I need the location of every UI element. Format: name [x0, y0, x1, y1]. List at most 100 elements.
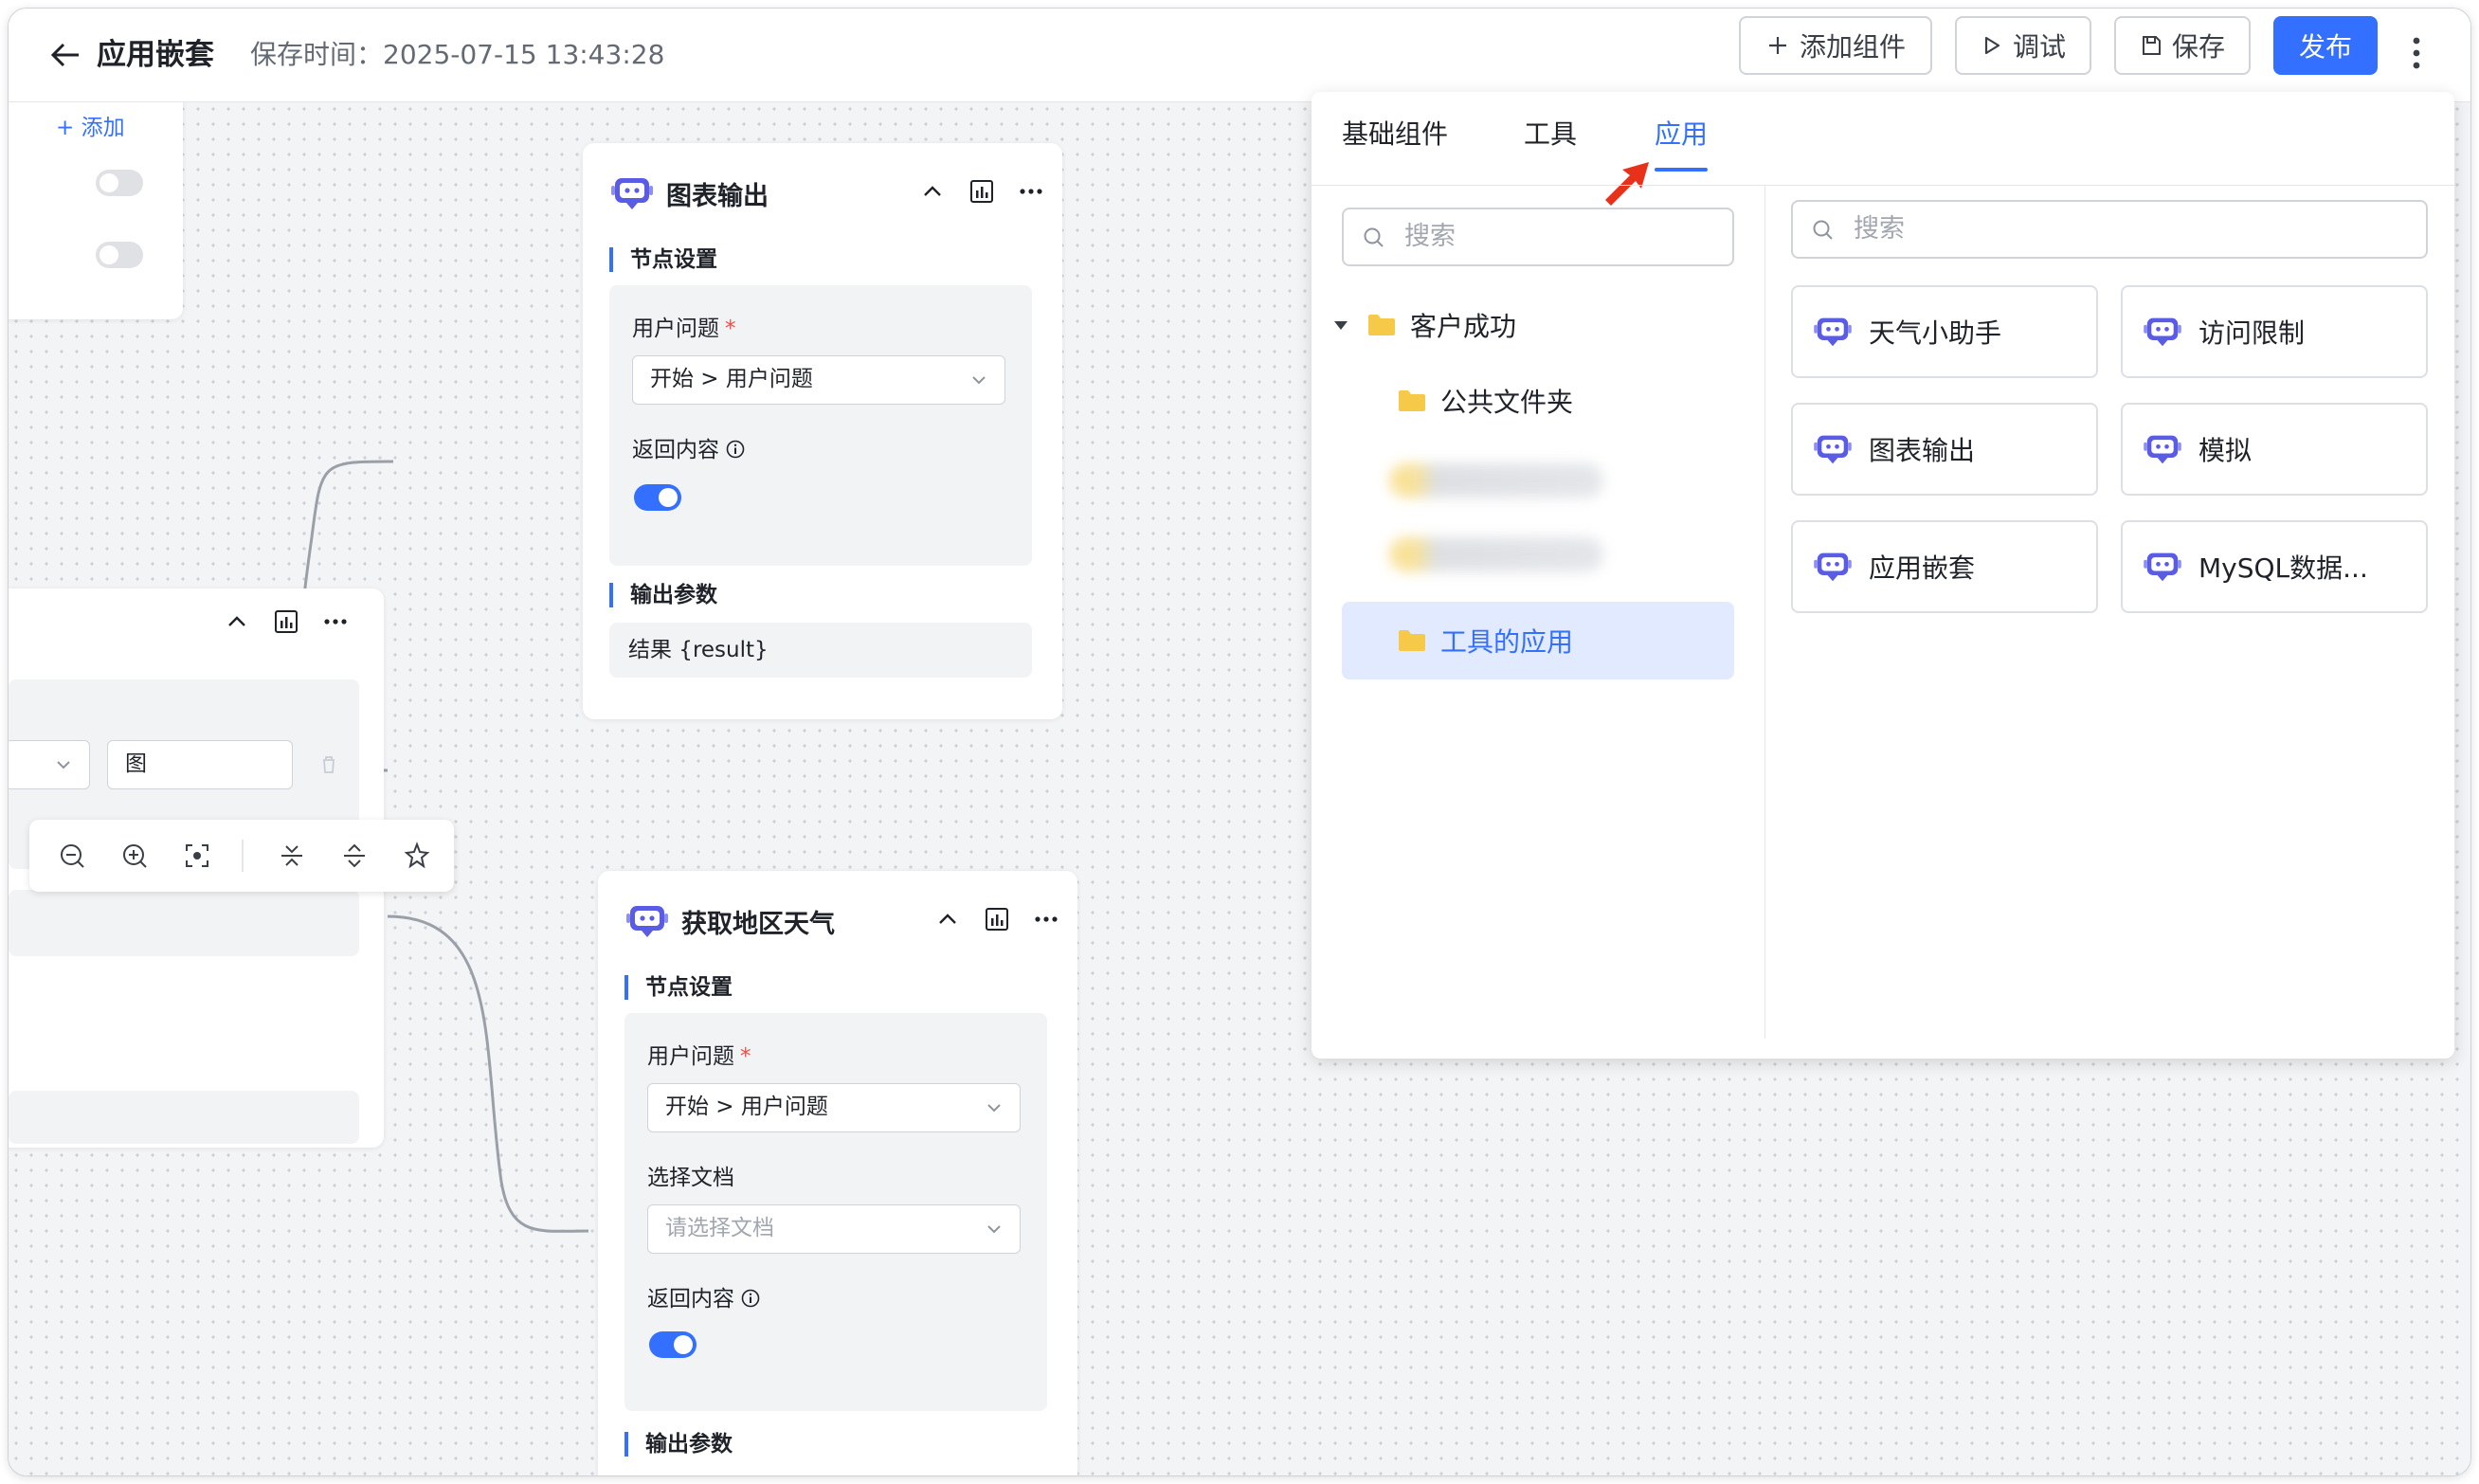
output-param-result: 结果 {result}	[609, 623, 1032, 678]
folder-icon	[1397, 389, 1427, 413]
left-config-card: + 添加	[9, 92, 183, 319]
blurred-tree-item	[1389, 463, 1603, 498]
bot-icon	[1814, 315, 1852, 349]
toggle-switch[interactable]	[96, 242, 143, 268]
chevron-down-icon	[968, 370, 989, 390]
section-output-params: 输出参数	[609, 583, 717, 607]
app-card[interactable]: 模拟	[2121, 403, 2428, 496]
chart-icon[interactable]	[966, 175, 998, 208]
folder-icon	[1397, 628, 1427, 653]
params-panel	[9, 890, 359, 956]
bot-icon	[1814, 432, 1852, 466]
bot-icon	[2144, 315, 2181, 349]
search-icon	[1812, 219, 1835, 242]
node-header: 获取地区天气	[626, 899, 835, 943]
more-icon[interactable]	[1015, 175, 1047, 208]
return-content-toggle[interactable]	[634, 484, 681, 511]
section-node-settings: 节点设置	[609, 247, 717, 272]
collapse-icon[interactable]	[916, 175, 949, 208]
param-select[interactable]	[9, 740, 90, 789]
return-content-toggle[interactable]	[649, 1331, 697, 1358]
wire-to-weather-node	[387, 914, 589, 1233]
chart-output-node[interactable]: 图表输出 节点设置 用户问题 * 开始 > 用户问题 返回内容 输出参数 结果 {…	[583, 143, 1062, 719]
add-component-button[interactable]: 添加组件	[1739, 16, 1932, 75]
zoom-out-icon[interactable]	[58, 842, 86, 870]
chevron-down-icon	[984, 1097, 1004, 1118]
popup-vertical-divider	[1764, 186, 1765, 1039]
app-card[interactable]: 应用嵌套	[1791, 520, 2098, 613]
chevron-down-icon	[53, 754, 74, 775]
return-content-label: 返回内容	[632, 431, 746, 463]
delete-icon[interactable]	[317, 753, 340, 776]
chart-icon[interactable]	[981, 903, 1013, 935]
add-link[interactable]: + 添加	[56, 109, 125, 141]
required-mark: *	[725, 317, 736, 341]
tree-item-tool-apps[interactable]: 工具的应用	[1342, 602, 1734, 679]
collapse-icon[interactable]	[221, 606, 253, 638]
tree-item-customer-success[interactable]: 客户成功	[1329, 302, 1516, 348]
more-icon[interactable]	[319, 606, 352, 638]
info-icon[interactable]	[740, 1288, 761, 1309]
page-title: 应用嵌套	[97, 38, 214, 72]
add-component-popup: 基础组件 工具 应用 搜索 客户成功 公共文件夹 工具的应用 搜索 天气小助手 …	[1312, 92, 2454, 1059]
bot-icon	[2144, 550, 2181, 584]
toolbar-divider	[242, 840, 244, 872]
publish-button[interactable]: 发布	[2273, 16, 2378, 75]
node-title: 获取地区天气	[681, 909, 835, 939]
back-arrow-icon[interactable]	[45, 33, 88, 77]
tab-tools[interactable]: 工具	[1524, 111, 1577, 158]
section-node-settings: 节点设置	[624, 975, 733, 1000]
folder-search-input[interactable]: 搜索	[1342, 208, 1734, 266]
settings-panel: 用户问题 * 开始 > 用户问题 选择文档 请选择文档 返回内容	[624, 1013, 1047, 1411]
folder-icon	[1366, 313, 1397, 337]
node-controls	[932, 903, 1062, 935]
top-header: 应用嵌套 保存时间：2025-07-15 13:43:28 添加组件 调试 保存…	[9, 9, 2470, 102]
zoom-in-icon[interactable]	[120, 842, 149, 870]
settings-panel: 用户问题 * 开始 > 用户问题 返回内容	[609, 285, 1032, 566]
select-doc-select[interactable]: 请选择文档	[647, 1204, 1021, 1254]
bot-icon	[611, 174, 653, 212]
info-icon[interactable]	[725, 439, 746, 460]
app-search-input[interactable]: 搜索	[1791, 200, 2428, 259]
collapse-icon[interactable]	[932, 903, 964, 935]
chart-icon[interactable]	[270, 606, 302, 638]
required-mark: *	[740, 1044, 751, 1069]
bot-icon	[1814, 550, 1852, 584]
app-card[interactable]: 图表输出	[1791, 403, 2098, 496]
param-name-input[interactable]: 图	[107, 740, 293, 789]
fit-view-icon[interactable]	[183, 842, 211, 870]
auto-layout-icon[interactable]	[403, 842, 431, 870]
tab-basic-components[interactable]: 基础组件	[1342, 111, 1448, 158]
user-question-label: 用户问题 *	[647, 1044, 751, 1069]
tab-apps[interactable]: 应用	[1655, 111, 1709, 172]
user-question-select[interactable]: 开始 > 用户问题	[632, 355, 1005, 405]
save-button[interactable]: 保存	[2114, 16, 2251, 75]
popup-divider	[1312, 185, 2454, 186]
expand-all-icon[interactable]	[340, 842, 369, 870]
node-controls	[221, 606, 352, 638]
more-icon[interactable]	[1030, 903, 1062, 935]
bot-icon	[626, 902, 668, 940]
return-content-label: 返回内容	[647, 1280, 761, 1312]
section-output-params: 输出参数	[624, 1432, 733, 1457]
save-time: 保存时间：2025-07-15 13:43:28	[250, 39, 665, 70]
user-question-label: 用户问题 *	[632, 317, 736, 341]
app-window: + 添加 图 图表输出 节点设置 用户问题 * 开始 > 用户问题 返回内容 输…	[8, 8, 2471, 1476]
play-icon	[1984, 36, 2000, 55]
blurred-tree-item	[1389, 537, 1603, 571]
collapse-all-icon[interactable]	[278, 842, 306, 870]
weather-node[interactable]: 获取地区天气 节点设置 用户问题 * 开始 > 用户问题 选择文档 请选择文档 返…	[598, 871, 1077, 1475]
chevron-down-icon	[984, 1219, 1004, 1240]
user-question-select[interactable]: 开始 > 用户问题	[647, 1083, 1021, 1132]
toggle-switch[interactable]	[96, 170, 143, 196]
more-vertical-icon[interactable]	[2402, 29, 2431, 77]
plus-icon	[1768, 37, 1786, 54]
debug-button[interactable]: 调试	[1955, 16, 2091, 75]
app-card[interactable]: 访问限制	[2121, 285, 2428, 378]
node-title: 图表输出	[666, 181, 769, 211]
select-doc-label: 选择文档	[647, 1166, 734, 1190]
app-card[interactable]: MySQL数据...	[2121, 520, 2428, 613]
tree-item-public-folder[interactable]: 公共文件夹	[1397, 378, 1573, 424]
bot-icon	[2144, 432, 2181, 466]
app-card[interactable]: 天气小助手	[1791, 285, 2098, 378]
